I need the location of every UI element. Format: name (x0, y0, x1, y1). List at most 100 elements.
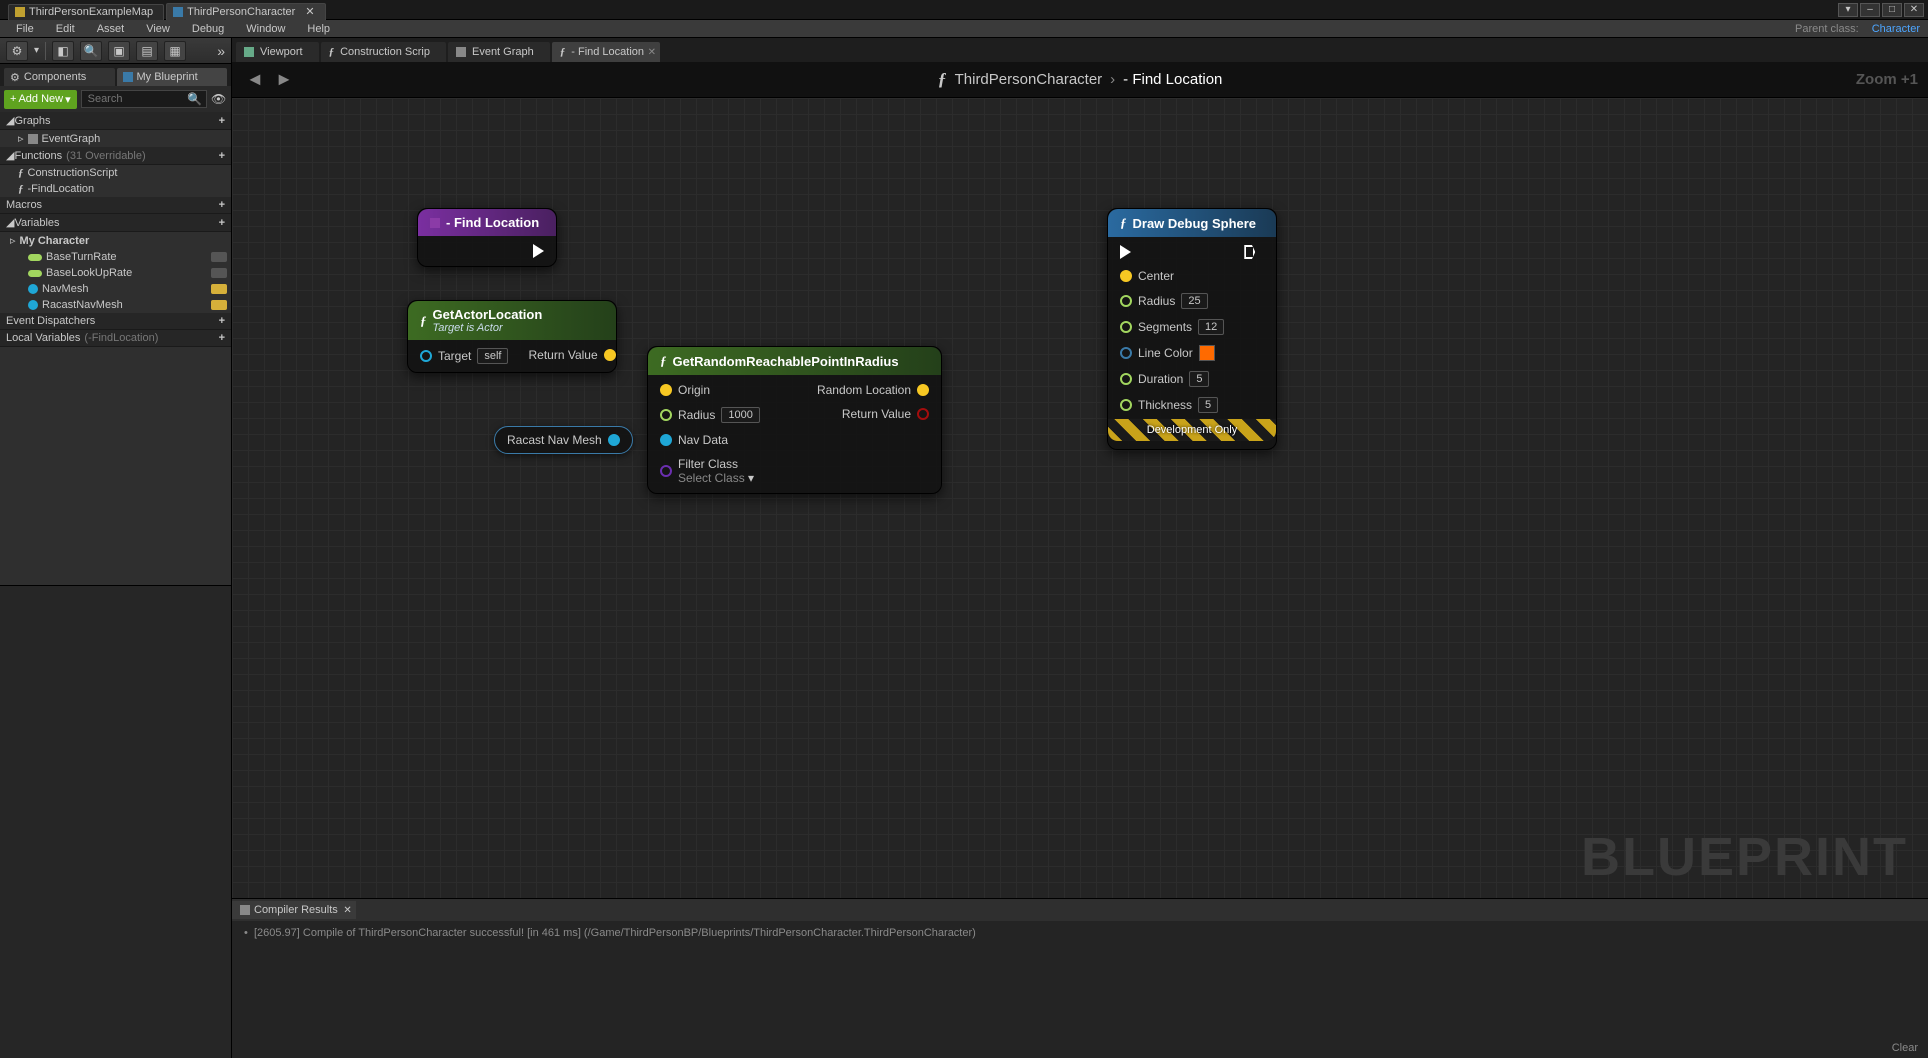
pin-default[interactable]: 1000 (721, 407, 759, 423)
tab-components[interactable]: ⚙ Components (4, 68, 115, 86)
float-pin[interactable] (660, 409, 672, 421)
tab-compiler-results[interactable]: Compiler Results ✕ (232, 901, 356, 919)
settings-button[interactable]: ⚙ (6, 41, 28, 61)
pin-default[interactable]: 5 (1189, 371, 1209, 387)
tool-button[interactable]: ▦ (164, 41, 186, 61)
tree-item-var[interactable]: NavMesh (0, 281, 231, 297)
node-drawdebugsphere[interactable]: ƒ Draw Debug Sphere Center Radius25 Segm… (1107, 208, 1277, 450)
tree-group-mycharacter[interactable]: ▹ My Character (0, 232, 231, 249)
blueprint-tree: ◢ Graphs + ▹ EventGraph ◢ Functions (31 … (0, 112, 231, 585)
plus-icon[interactable]: + (219, 332, 225, 344)
window-tab-map[interactable]: ThirdPersonExampleMap (8, 4, 164, 20)
eye-icon[interactable]: 👁 (211, 92, 227, 106)
close-icon[interactable]: ✕ (648, 47, 656, 58)
section-locals[interactable]: Local Variables (-FindLocation) + (0, 330, 231, 347)
color-pin[interactable] (1120, 347, 1132, 359)
plus-icon[interactable]: + (219, 315, 225, 327)
plus-icon[interactable]: + (219, 217, 225, 229)
float-pin[interactable] (1120, 295, 1132, 307)
window-max-button[interactable]: □ (1882, 3, 1902, 17)
menu-view[interactable]: View (136, 22, 180, 36)
color-swatch[interactable] (1199, 345, 1215, 361)
close-icon[interactable]: ✕ (305, 5, 314, 18)
node-getactorlocation[interactable]: ƒ GetActorLocation Target is Actor Targe… (407, 300, 617, 373)
tree-item-var[interactable]: BaseLookUpRate (0, 265, 231, 281)
exec-in-pin[interactable] (1120, 245, 1131, 259)
breadcrumb-func[interactable]: - Find Location (1123, 71, 1222, 88)
search-input[interactable]: 🔍 (81, 90, 207, 108)
section-graphs[interactable]: ◢ Graphs + (0, 112, 231, 130)
menu-debug[interactable]: Debug (182, 22, 234, 36)
eye-icon[interactable] (211, 252, 227, 262)
exec-out-pin[interactable] (533, 244, 544, 258)
tab-findlocation[interactable]: ƒ - Find Location ✕ (552, 42, 660, 62)
dropdown-icon[interactable]: ▾ (34, 45, 39, 56)
tree-item-findlocation[interactable]: ƒ -FindLocation (0, 181, 231, 197)
chevron-right-icon[interactable]: » (217, 43, 225, 59)
eye-icon[interactable] (211, 284, 227, 294)
graph-canvas[interactable]: - Find Location ƒ GetActorLocation Targe… (232, 98, 1928, 898)
float-pin[interactable] (1120, 399, 1132, 411)
var-dot-icon (28, 284, 38, 294)
window-min-button[interactable]: – (1860, 3, 1880, 17)
pin-default[interactable]: 5 (1198, 397, 1218, 413)
class-pin[interactable] (660, 465, 672, 477)
add-new-button[interactable]: + Add New ▾ (4, 90, 77, 109)
section-dispatchers[interactable]: Event Dispatchers + (0, 313, 231, 330)
plus-icon[interactable]: + (219, 199, 225, 211)
eye-icon[interactable] (211, 268, 227, 278)
clear-button[interactable]: Clear (1892, 1042, 1918, 1054)
search-icon[interactable]: 🔍 (80, 41, 102, 61)
section-functions[interactable]: ◢ Functions (31 Overridable) + (0, 147, 231, 165)
window-tab-bp[interactable]: ThirdPersonCharacter ✕ (166, 3, 325, 20)
tool-button[interactable]: ▤ (136, 41, 158, 61)
chevron-down-icon[interactable]: ▾ (748, 471, 754, 485)
node-function-entry[interactable]: - Find Location (417, 208, 557, 267)
node-getrandompoint[interactable]: ƒ GetRandomReachablePointInRadius Origin… (647, 346, 942, 494)
bp-icon (173, 7, 183, 17)
vector-pin[interactable] (660, 384, 672, 396)
pin-default[interactable]: 25 (1181, 293, 1207, 309)
tab-eventgraph[interactable]: Event Graph (448, 42, 550, 62)
tree-item-constructionscript[interactable]: ƒ ConstructionScript (0, 165, 231, 181)
object-pin[interactable] (420, 350, 432, 362)
close-icon[interactable]: ✕ (343, 905, 351, 916)
tab-my-blueprint[interactable]: My Blueprint (117, 68, 228, 86)
vector-pin[interactable] (1120, 270, 1132, 282)
exec-out-pin[interactable] (1244, 245, 1255, 259)
node-variable-racastnavmesh[interactable]: Racast Nav Mesh (494, 426, 633, 454)
parent-class-link[interactable]: Character (1872, 23, 1920, 35)
object-pin[interactable] (660, 434, 672, 446)
pin-default[interactable]: 12 (1198, 319, 1224, 335)
tree-item-var[interactable]: RacastNavMesh (0, 297, 231, 313)
section-variables[interactable]: ◢ Variables + (0, 214, 231, 232)
tree-item-var[interactable]: BaseTurnRate (0, 249, 231, 265)
menu-window[interactable]: Window (236, 22, 295, 36)
menu-edit[interactable]: Edit (46, 22, 85, 36)
pin-default[interactable]: self (477, 348, 508, 364)
vector-pin[interactable] (917, 384, 929, 396)
plus-icon[interactable]: + (219, 115, 225, 127)
section-macros[interactable]: Macros + (0, 197, 231, 214)
object-pin[interactable] (608, 434, 620, 446)
breadcrumb-asset[interactable]: ThirdPersonCharacter (955, 71, 1103, 88)
tree-item-eventgraph[interactable]: ▹ EventGraph (0, 130, 231, 147)
window-extra-button[interactable]: ▾ (1838, 3, 1858, 17)
plus-icon[interactable]: + (219, 150, 225, 162)
menu-asset[interactable]: Asset (87, 22, 135, 36)
menu-file[interactable]: File (6, 22, 44, 36)
window-close-button[interactable]: ✕ (1904, 3, 1924, 17)
tab-construction[interactable]: ƒ Construction Scrip (321, 42, 446, 62)
forward-button[interactable]: ► (271, 69, 297, 89)
tool-button[interactable]: ◧ (52, 41, 74, 61)
back-button[interactable]: ◄ (242, 69, 268, 89)
viewport-icon (244, 47, 254, 57)
tab-viewport[interactable]: Viewport (236, 42, 319, 62)
tool-button[interactable]: ▣ (108, 41, 130, 61)
eye-icon[interactable] (211, 300, 227, 310)
vector-pin[interactable] (604, 349, 616, 361)
int-pin[interactable] (1120, 321, 1132, 333)
menu-help[interactable]: Help (297, 22, 340, 36)
float-pin[interactable] (1120, 373, 1132, 385)
bool-pin[interactable] (917, 408, 929, 420)
